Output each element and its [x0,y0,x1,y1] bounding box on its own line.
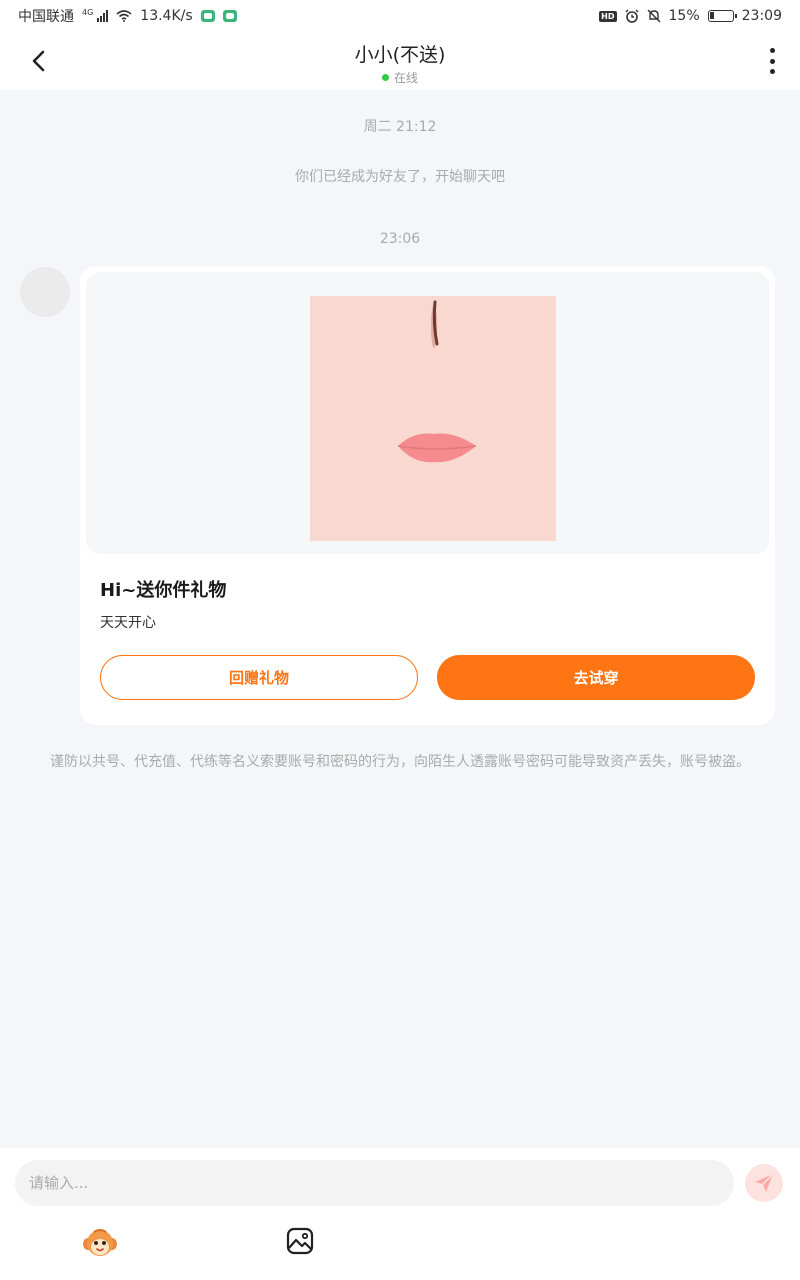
app-notification-icon-2 [222,10,237,22]
send-icon [755,1173,774,1192]
hd-icon: HD [599,10,617,22]
send-button[interactable] [745,1164,783,1202]
clock: 23:09 [741,8,782,24]
contact-name: 小小(不送) [354,44,446,66]
try-on-button[interactable]: 去试穿 [437,655,755,700]
online-status: 在线 [0,69,800,86]
gift-title: Hi~送你件礼物 [100,580,227,601]
gift-face-illustration [310,296,556,541]
carrier-label: 中国联通 [18,9,74,25]
security-warning: 谨防以共号、代充值、代练等名义索要账号和密码的行为，向陌生人透露账号密码可能导致… [50,754,750,770]
more-button[interactable] [766,48,778,74]
network-speed: 13.4K/s [140,8,193,24]
status-right: HD 15% 23:09 [599,8,782,24]
online-dot-icon [381,74,389,81]
image-button[interactable] [286,1227,314,1255]
status-left: 中国联通 4G 13.4K/s [18,6,237,26]
network-type: 4G [82,8,94,17]
title-block: 小小(不送) 在线 [0,40,800,86]
timestamp: 周二 21:12 [363,119,437,135]
gift-subtitle: 天天开心 [100,615,156,631]
timestamp: 23:06 [379,231,421,247]
mute-icon [647,9,661,23]
wifi-icon [116,10,132,22]
emoji-icon [83,1229,117,1256]
online-status-label: 在线 [393,71,418,85]
battery-icon [707,10,737,22]
alarm-icon [625,9,639,23]
chat-header: 小小(不送) 在线 [0,32,800,90]
more-vertical-icon [769,48,775,53]
image-icon [286,1227,314,1255]
avatar[interactable] [20,267,70,317]
message-input[interactable] [15,1160,734,1206]
status-bar: 中国联通 4G 13.4K/s HD 15% 23:09 [0,0,800,32]
gift-preview-area [86,272,769,554]
battery-percent: 15% [668,8,700,24]
signal-icon [97,10,109,22]
return-gift-button[interactable]: 回赠礼物 [100,655,418,700]
system-message: 你们已经成为好友了，开始聊天吧 [295,169,505,185]
input-bar [0,1148,800,1280]
gift-image[interactable] [310,296,556,541]
emoji-button[interactable] [82,1226,118,1260]
gift-message-card: Hi~送你件礼物 天天开心 回赠礼物 去试穿 [80,266,775,725]
app-notification-icon [200,10,215,22]
